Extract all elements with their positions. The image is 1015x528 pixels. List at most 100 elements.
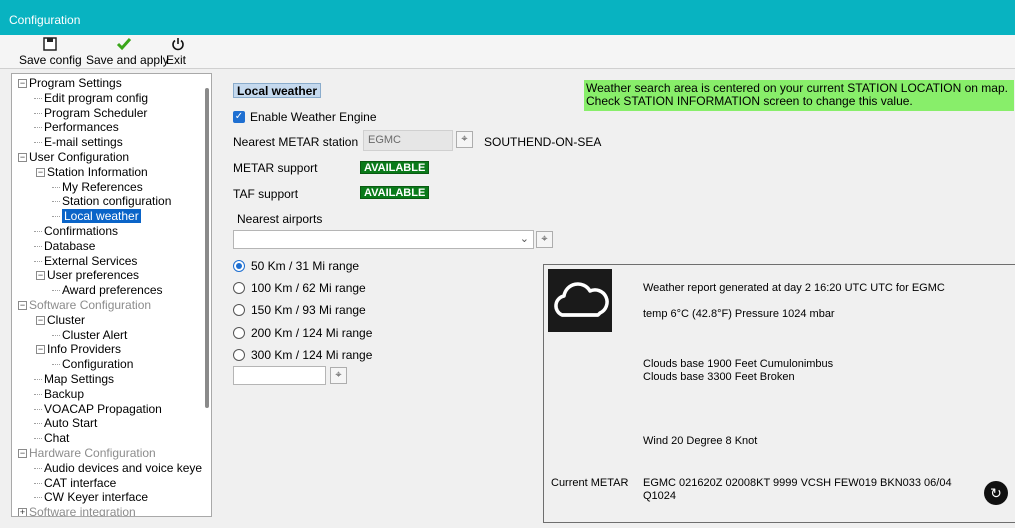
- tree-item[interactable]: + Software integration: [18, 505, 136, 517]
- current-metar-label: Current METAR: [551, 477, 629, 489]
- tree-item-label: VOACAP Propagation: [44, 401, 162, 416]
- tree-item[interactable]: Map Settings: [44, 372, 114, 387]
- tree-scrollbar[interactable]: [205, 88, 209, 408]
- exit-label: Exit: [166, 53, 187, 67]
- tree-item[interactable]: − User preferences: [36, 268, 139, 283]
- tree-item-label: Performances: [44, 120, 119, 135]
- tree-item[interactable]: Database: [44, 239, 95, 254]
- tree-item[interactable]: Auto Start: [44, 416, 97, 431]
- range-option-label: 100 Km / 62 Mi range: [251, 281, 366, 296]
- current-metar-line1: EGMC 021620Z 02008KT 9999 VCSH FEW019 BK…: [643, 477, 952, 489]
- locate-metar-button[interactable]: ⌖: [456, 131, 473, 148]
- range-option[interactable]: 50 Km / 31 Mi range: [233, 258, 359, 274]
- tree-item[interactable]: − Station Information: [36, 165, 148, 180]
- nearest-airports-select[interactable]: ⌄: [233, 230, 534, 249]
- radio-button[interactable]: [233, 282, 245, 295]
- settings-tree[interactable]: − Program Settings Edit program config Prog…: [11, 73, 212, 517]
- tree-item[interactable]: Performances: [44, 120, 119, 135]
- radio-button[interactable]: [233, 348, 245, 361]
- tree-item[interactable]: Cluster Alert: [62, 328, 127, 343]
- cloud-icon: [548, 269, 612, 332]
- tree-item[interactable]: External Services: [44, 254, 137, 269]
- info-banner-line2: Check STATION INFORMATION screen to chan…: [586, 94, 913, 108]
- enable-weather-label: Enable Weather Engine: [250, 110, 377, 124]
- collapse-icon[interactable]: −: [18, 301, 27, 310]
- refresh-button[interactable]: ↻: [984, 481, 1008, 505]
- tree-item[interactable]: E-mail settings: [44, 135, 123, 150]
- tree-item[interactable]: VOACAP Propagation: [44, 402, 162, 417]
- tree-item[interactable]: Confirmations: [44, 224, 118, 239]
- tree-item[interactable]: Award preferences: [62, 283, 163, 298]
- refresh-icon: ↻: [990, 485, 1002, 501]
- window-title: Configuration: [9, 13, 81, 27]
- radio-button[interactable]: [233, 304, 245, 317]
- tree-item[interactable]: − Software Configuration: [18, 298, 151, 313]
- wind-line: Wind 20 Degree 8 Knot: [643, 435, 758, 447]
- tree-item[interactable]: Audio devices and voice keye: [44, 461, 202, 476]
- exit-button[interactable]: Exit: [166, 35, 190, 69]
- temp-line: temp 6°C (42.8°F) Pressure 1024 mbar: [643, 308, 835, 320]
- power-icon: [166, 37, 190, 54]
- collapse-icon[interactable]: −: [18, 153, 27, 162]
- tree-item-label: Cluster Alert: [62, 327, 128, 342]
- tree-item-label: Map Settings: [44, 372, 115, 386]
- tree-item-label: E-mail settings: [44, 135, 123, 150]
- tree-item-label: My References: [62, 179, 143, 194]
- save-apply-button[interactable]: Save and apply: [86, 35, 169, 69]
- tree-item[interactable]: − Program Settings: [18, 76, 122, 91]
- tree-item-label: Software integration: [29, 505, 136, 517]
- collapse-icon[interactable]: −: [18, 449, 27, 458]
- save-config-label: Save config: [19, 53, 82, 67]
- tree-item[interactable]: Backup: [44, 387, 84, 402]
- collapse-icon[interactable]: −: [36, 271, 45, 281]
- tree-item[interactable]: − Hardware Configuration: [18, 446, 156, 461]
- current-metar-line2: Q1024: [643, 490, 677, 502]
- range-option[interactable]: 300 Km / 124 Mi range: [233, 347, 372, 363]
- tree-item-label: Configuration: [62, 357, 134, 372]
- tree-item[interactable]: Station configuration: [62, 194, 171, 209]
- clouds-line-2: Clouds base 3300 Feet Broken: [643, 371, 795, 383]
- expand-icon[interactable]: +: [18, 508, 27, 516]
- range-option[interactable]: 200 Km / 124 Mi range: [233, 325, 372, 341]
- tree-item[interactable]: − Cluster: [36, 313, 85, 328]
- tree-item[interactable]: My References: [62, 180, 143, 195]
- tree-item-label: Station configuration: [62, 194, 172, 209]
- tree-item[interactable]: Configuration: [62, 357, 133, 372]
- tree-item[interactable]: CW Keyer interface: [44, 490, 148, 505]
- range-option[interactable]: 100 Km / 62 Mi range: [233, 280, 366, 296]
- nearest-metar-label: Nearest METAR station: [233, 135, 359, 149]
- range-option-label: 200 Km / 124 Mi range: [251, 325, 373, 340]
- tree-item-label: Info Providers: [47, 342, 122, 357]
- metar-support-label: METAR support: [233, 161, 318, 175]
- radio-button[interactable]: [233, 326, 245, 339]
- locate-range-button[interactable]: ⌖: [330, 367, 347, 384]
- tree-item-label: Hardware Configuration: [29, 446, 156, 460]
- tree-item[interactable]: − User Configuration: [18, 150, 129, 165]
- tree-item[interactable]: CAT interface: [44, 476, 116, 491]
- save-config-button[interactable]: Save config: [19, 35, 82, 69]
- collapse-icon[interactable]: −: [36, 345, 45, 355]
- tree-item[interactable]: − Info Providers: [36, 342, 121, 357]
- tree-item[interactable]: Chat: [44, 431, 69, 446]
- locate-airports-button[interactable]: ⌖: [536, 231, 553, 248]
- window-title-bar: Configuration: [0, 0, 1015, 35]
- floppy-disk-icon: [19, 37, 81, 54]
- nearest-airports-label: Nearest airports: [237, 212, 323, 226]
- collapse-icon[interactable]: −: [36, 315, 45, 325]
- tree-item-label: Auto Start: [44, 416, 98, 431]
- tree-item[interactable]: Local weather: [62, 209, 141, 224]
- radio-button[interactable]: [233, 260, 245, 272]
- tree-item-label: Award preferences: [62, 283, 163, 298]
- nearest-metar-field[interactable]: EGMC: [363, 130, 453, 151]
- range-input[interactable]: [233, 366, 326, 385]
- tree-item[interactable]: Program Scheduler: [44, 106, 147, 121]
- collapse-icon[interactable]: −: [36, 167, 45, 177]
- toolbar: Save config Save and apply Exit: [0, 35, 1015, 69]
- chevron-down-icon: ⌄: [519, 233, 529, 245]
- enable-weather-checkbox[interactable]: ✓: [233, 111, 245, 123]
- collapse-icon[interactable]: −: [18, 79, 27, 88]
- tree-item-label: Cluster: [47, 312, 86, 327]
- tree-item[interactable]: Edit program config: [44, 91, 148, 106]
- range-option[interactable]: 150 Km / 93 Mi range: [233, 302, 366, 318]
- checkmark-icon: [86, 37, 162, 54]
